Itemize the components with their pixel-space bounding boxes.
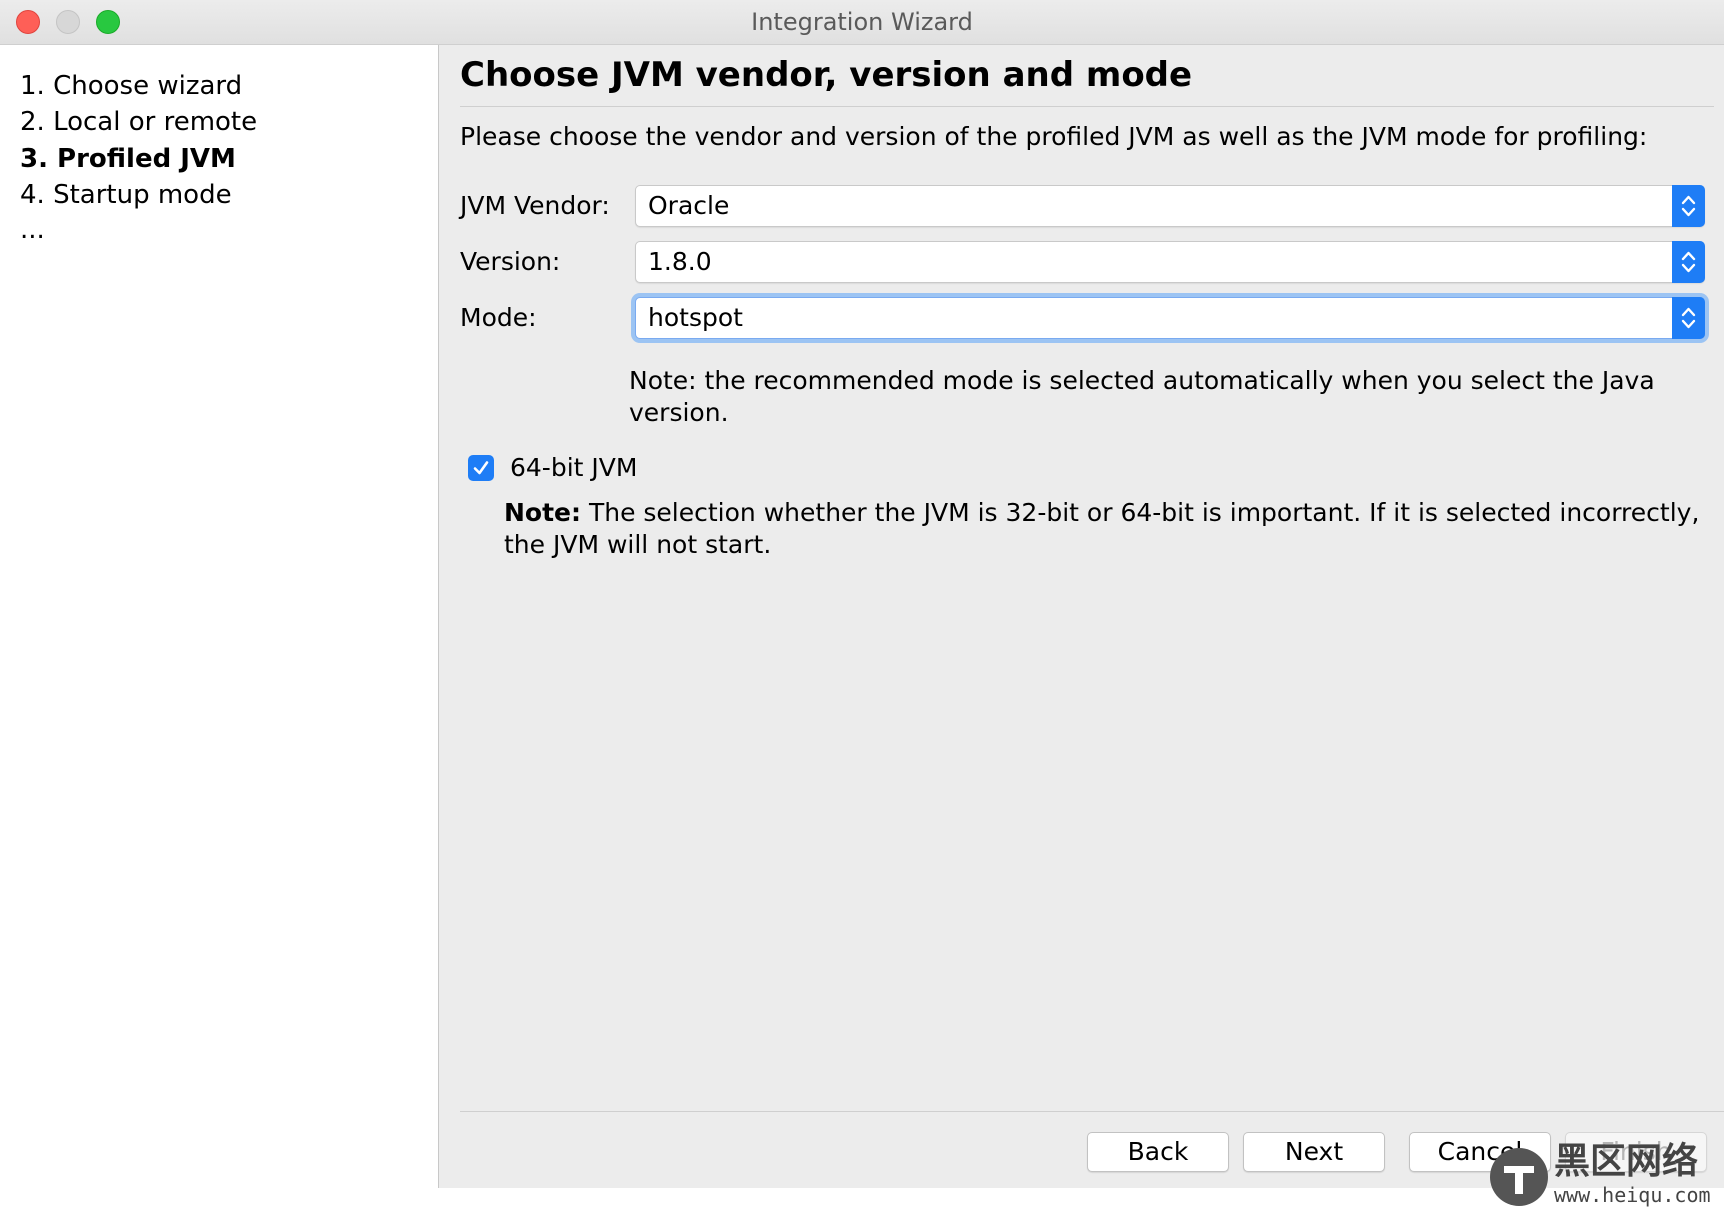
mode-label: Mode: [460, 303, 537, 332]
title-bar[interactable]: Integration Wizard [0, 0, 1724, 45]
version-value: 1.8.0 [648, 247, 712, 276]
wizard-steps-sidebar: 1. Choose wizard 2. Local or remote 3. P… [0, 45, 439, 1188]
wizard-main-panel: Choose JVM vendor, version and mode Plea… [440, 45, 1724, 1188]
bitness-note-bold: Note: [504, 498, 582, 527]
updown-chevron-icon[interactable] [1672, 297, 1705, 339]
updown-chevron-icon[interactable] [1672, 185, 1705, 227]
page-title: Choose JVM vendor, version and mode [460, 55, 1193, 95]
integration-wizard-window: Integration Wizard 1. Choose wizard 2. L… [0, 0, 1724, 1188]
jvm-vendor-label: JVM Vendor: [460, 191, 610, 220]
button-bar-divider [460, 1111, 1724, 1112]
step-startup-mode: 4. Startup mode [20, 180, 232, 210]
step-profiled-jvm: 3. Profiled JVM [20, 144, 236, 174]
step-choose-wizard: 1. Choose wizard [20, 71, 243, 101]
version-select[interactable]: 1.8.0 [635, 241, 1705, 283]
bitness-note: Note: The selection whether the JVM is 3… [504, 497, 1704, 561]
mode-select[interactable]: hotspot [635, 297, 1705, 339]
step-more-ellipsis: ... [20, 215, 45, 245]
watermark-logo: 黑区网络 www.heiqu.com [1490, 1140, 1724, 1210]
window-title: Integration Wizard [751, 8, 973, 36]
watermark-t-icon [1490, 1148, 1548, 1206]
version-label: Version: [460, 247, 561, 276]
jvm-vendor-select[interactable]: Oracle [635, 185, 1705, 227]
updown-chevron-icon[interactable] [1672, 241, 1705, 283]
next-button[interactable]: Next [1243, 1132, 1385, 1172]
mode-note: Note: the recommended mode is selected a… [629, 366, 1655, 427]
step-local-or-remote: 2. Local or remote [20, 107, 258, 137]
bitness-note-text: The selection whether the JVM is 32-bit … [504, 498, 1700, 559]
back-button[interactable]: Back [1087, 1132, 1229, 1172]
title-divider [460, 106, 1714, 107]
jvm-vendor-value: Oracle [648, 191, 730, 220]
checkmark-icon [473, 461, 489, 475]
watermark-text: 黑区网络 [1554, 1141, 1699, 1182]
watermark-url: www.heiqu.com [1554, 1183, 1711, 1207]
64bit-jvm-label[interactable]: 64-bit JVM [510, 448, 637, 488]
mode-value: hotspot [648, 303, 743, 332]
64bit-jvm-checkbox[interactable] [468, 455, 494, 481]
intro-text: Please choose the vendor and version of … [460, 122, 1648, 151]
